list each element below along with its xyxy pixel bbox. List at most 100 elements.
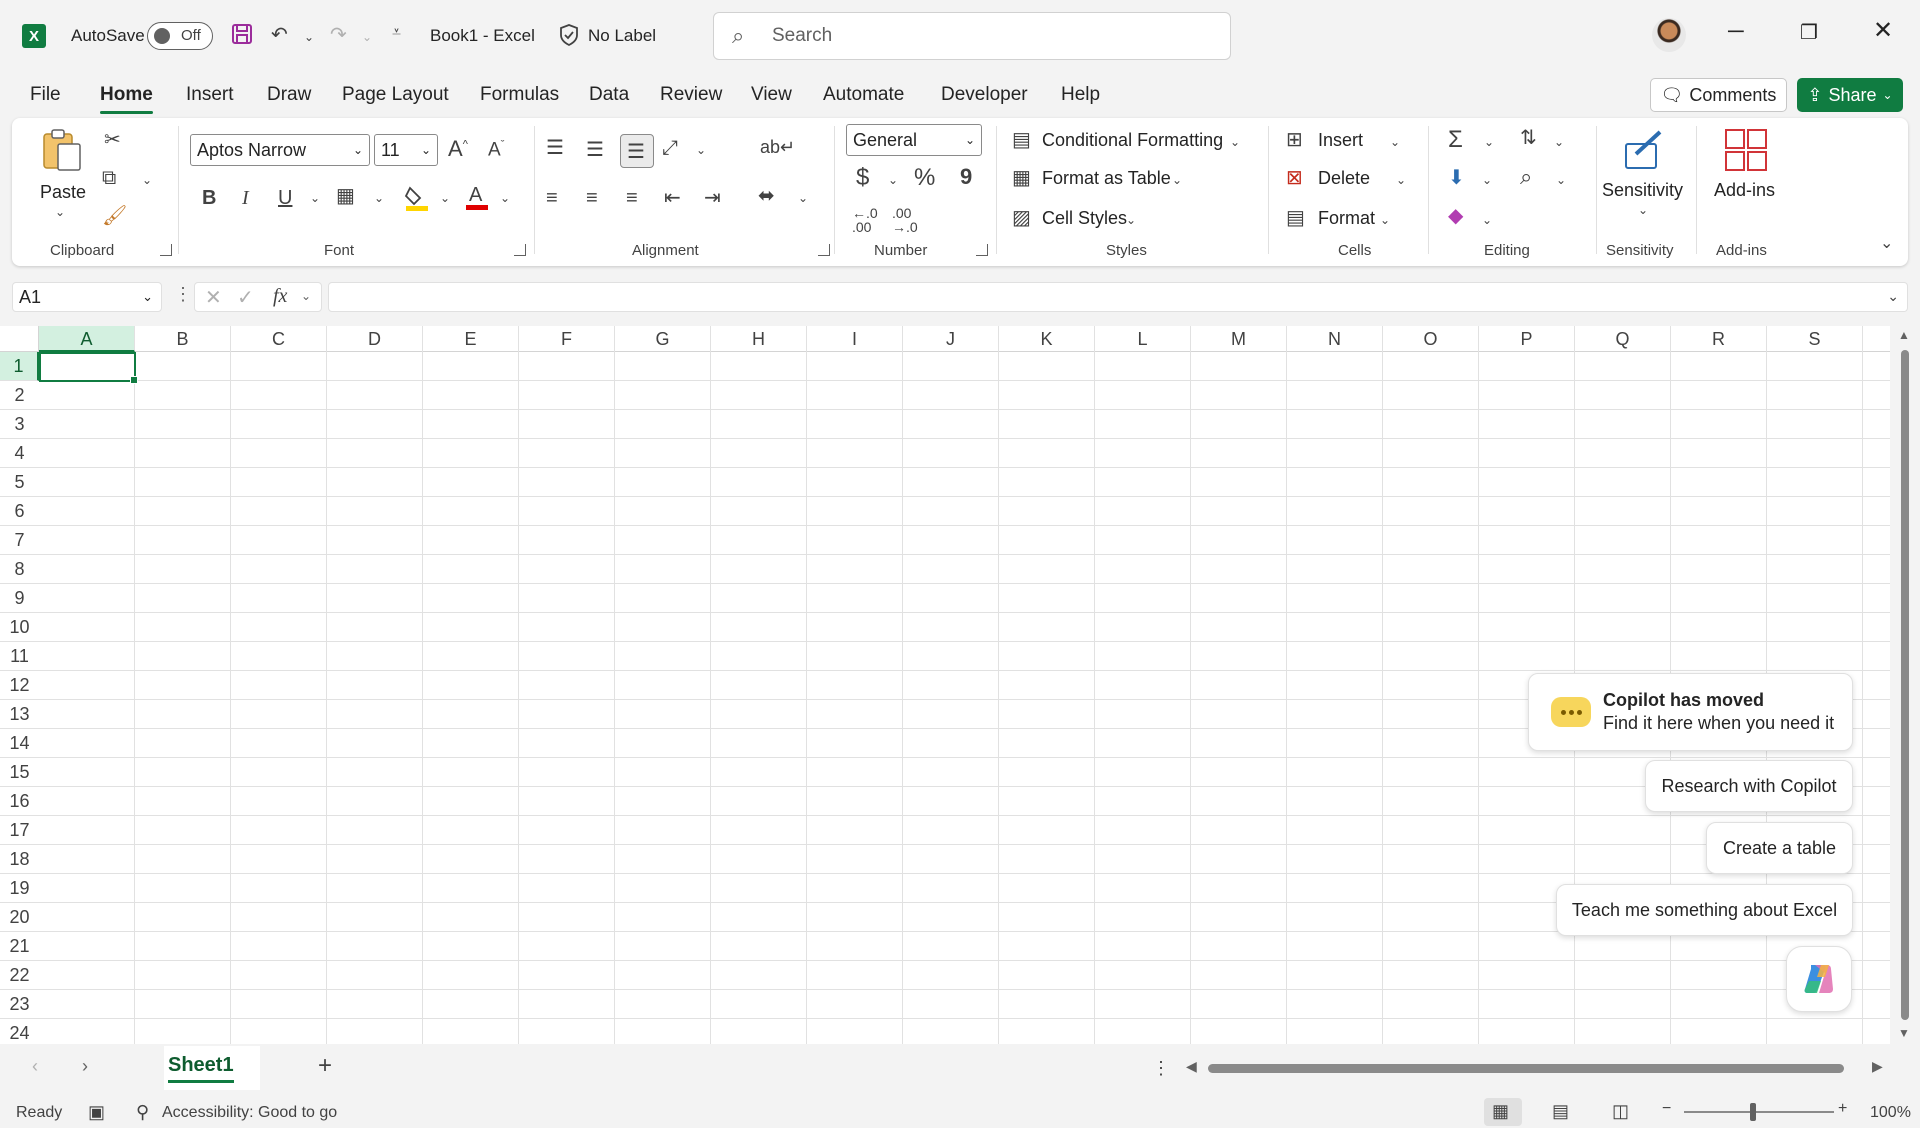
accessibility-status[interactable]: Accessibility: Good to go bbox=[162, 1104, 337, 1122]
conditional-formatting-icon[interactable]: ▤ bbox=[1012, 130, 1031, 150]
sheet-tab-sheet1[interactable]: Sheet1 bbox=[168, 1054, 234, 1083]
enter-icon[interactable]: ✓ bbox=[237, 285, 254, 310]
row-header[interactable]: 20 bbox=[0, 903, 39, 932]
format-as-table-icon[interactable]: ▦ bbox=[1012, 168, 1031, 188]
column-header[interactable]: H bbox=[711, 326, 807, 352]
horizontal-scrollbar[interactable]: ◀ ▶ bbox=[1186, 1058, 1886, 1078]
column-header[interactable]: E bbox=[423, 326, 519, 352]
insert-cells-button[interactable]: Insert bbox=[1318, 130, 1363, 151]
align-left-icon[interactable]: ≡ bbox=[546, 188, 558, 208]
row-header[interactable]: 4 bbox=[0, 439, 39, 468]
alignment-launcher-icon[interactable] bbox=[818, 244, 830, 256]
sort-filter-icon[interactable]: ⇅ bbox=[1520, 128, 1537, 148]
fill-color-dropdown-icon[interactable]: ⌄ bbox=[440, 192, 450, 204]
percent-icon[interactable]: % bbox=[914, 166, 935, 190]
tab-developer[interactable]: Developer bbox=[941, 84, 1028, 106]
row-header[interactable]: 9 bbox=[0, 584, 39, 613]
underline-dropdown-icon[interactable]: ⌄ bbox=[310, 192, 320, 204]
row-header[interactable]: 11 bbox=[0, 642, 39, 671]
fill-color-icon[interactable] bbox=[404, 184, 430, 216]
zoom-level[interactable]: 100% bbox=[1870, 1104, 1911, 1122]
column-header[interactable]: M bbox=[1191, 326, 1287, 352]
format-as-table-button[interactable]: Format as Table bbox=[1042, 168, 1171, 189]
find-select-icon[interactable]: ⌕ bbox=[1520, 166, 1532, 188]
autosum-icon[interactable]: Σ bbox=[1448, 128, 1463, 152]
copy-dropdown-icon[interactable]: ⌄ bbox=[142, 174, 152, 186]
bold-icon[interactable]: B bbox=[202, 188, 216, 208]
align-middle-icon[interactable]: ☰ bbox=[586, 140, 604, 160]
currency-dropdown-icon[interactable]: ⌄ bbox=[888, 174, 898, 186]
tab-review[interactable]: Review bbox=[660, 84, 722, 106]
column-header[interactable]: R bbox=[1671, 326, 1767, 352]
close-icon[interactable]: ✕ bbox=[1873, 16, 1893, 45]
row-header[interactable]: 7 bbox=[0, 526, 39, 555]
sensitivity-icon[interactable] bbox=[1622, 128, 1666, 176]
clear-dropdown-icon[interactable]: ⌄ bbox=[1482, 214, 1492, 226]
addins-button[interactable]: Add-ins bbox=[1714, 180, 1775, 201]
column-header[interactable]: F bbox=[519, 326, 615, 352]
chevron-down-icon[interactable]: ⌄ bbox=[1230, 136, 1240, 148]
row-header[interactable]: 23 bbox=[0, 990, 39, 1019]
redo-dropdown-icon[interactable]: ⌄ bbox=[362, 30, 372, 44]
decrease-font-icon[interactable]: Aˇ bbox=[488, 140, 504, 160]
column-header[interactable]: A bbox=[39, 326, 135, 352]
column-header[interactable]: J bbox=[903, 326, 999, 352]
zoom-slider[interactable] bbox=[1684, 1111, 1834, 1113]
tab-draw[interactable]: Draw bbox=[267, 84, 311, 106]
row-header[interactable]: 18 bbox=[0, 845, 39, 874]
avatar[interactable] bbox=[1652, 18, 1686, 52]
copy-icon[interactable]: ⧉ bbox=[102, 168, 116, 188]
row-header[interactable]: 19 bbox=[0, 874, 39, 903]
scroll-thumb[interactable] bbox=[1208, 1064, 1844, 1073]
row-header[interactable]: 12 bbox=[0, 671, 39, 700]
expand-formula-icon[interactable]: ⌄ bbox=[1887, 288, 1899, 305]
row-header[interactable]: 10 bbox=[0, 613, 39, 642]
sensitivity-label[interactable]: No Label bbox=[588, 26, 656, 46]
share-button[interactable]: ⇪ Share ⌄ bbox=[1797, 78, 1903, 112]
font-color-dropdown-icon[interactable]: ⌄ bbox=[500, 192, 510, 204]
more-options-icon[interactable]: ⋮ bbox=[1152, 1058, 1170, 1079]
tab-file[interactable]: File bbox=[30, 84, 61, 106]
addins-icon[interactable] bbox=[1724, 128, 1768, 176]
row-header[interactable]: 13 bbox=[0, 700, 39, 729]
clipboard-launcher-icon[interactable] bbox=[160, 244, 172, 256]
column-header[interactable]: S bbox=[1767, 326, 1863, 352]
fill-dropdown-icon[interactable]: ⌄ bbox=[1482, 174, 1492, 186]
row-header[interactable]: 21 bbox=[0, 932, 39, 961]
chevron-down-icon[interactable]: ⌄ bbox=[1396, 174, 1406, 186]
add-sheet-icon[interactable]: + bbox=[318, 1052, 332, 1080]
minimize-icon[interactable]: ─ bbox=[1728, 18, 1744, 44]
vertical-scrollbar[interactable]: ▲ ▼ bbox=[1894, 328, 1914, 1044]
merge-center-icon[interactable]: ⬌ bbox=[758, 186, 775, 206]
paste-label[interactable]: Paste bbox=[40, 182, 86, 203]
sort-dropdown-icon[interactable]: ⌄ bbox=[1554, 136, 1564, 148]
font-launcher-icon[interactable] bbox=[514, 244, 526, 256]
align-center-icon[interactable]: ≡ bbox=[586, 188, 598, 208]
accessibility-icon[interactable]: ⚲ bbox=[136, 1102, 149, 1123]
tab-data[interactable]: Data bbox=[589, 84, 629, 106]
italic-icon[interactable]: I bbox=[242, 188, 249, 208]
active-cell[interactable] bbox=[39, 352, 138, 384]
zoom-in-icon[interactable]: + bbox=[1838, 1100, 1847, 1118]
delete-cells-button[interactable]: Delete bbox=[1318, 168, 1370, 189]
customize-toolbar-icon[interactable]: ⩡ bbox=[392, 24, 401, 42]
currency-icon[interactable]: $ bbox=[856, 166, 869, 190]
align-top-icon[interactable]: ☰ bbox=[546, 138, 564, 158]
tab-home[interactable]: Home bbox=[100, 84, 153, 114]
next-sheet-icon[interactable]: › bbox=[82, 1056, 88, 1077]
row-header[interactable]: 8 bbox=[0, 555, 39, 584]
scroll-thumb[interactable] bbox=[1901, 350, 1909, 1020]
align-bottom-icon[interactable]: ☰ bbox=[620, 134, 654, 168]
clear-icon[interactable]: ◆ bbox=[1448, 206, 1463, 226]
chevron-down-icon[interactable]: ⌄ bbox=[1638, 204, 1648, 216]
column-header[interactable]: L bbox=[1095, 326, 1191, 352]
zoom-thumb[interactable] bbox=[1750, 1103, 1756, 1121]
cut-icon[interactable]: ✂ bbox=[104, 130, 121, 150]
row-header[interactable]: 15 bbox=[0, 758, 39, 787]
row-header[interactable]: 5 bbox=[0, 468, 39, 497]
tab-insert[interactable]: Insert bbox=[186, 84, 234, 106]
row-header[interactable]: 3 bbox=[0, 410, 39, 439]
column-header[interactable]: O bbox=[1383, 326, 1479, 352]
insert-function-icon[interactable]: fx bbox=[273, 285, 287, 308]
scroll-down-icon[interactable]: ▼ bbox=[1898, 1026, 1910, 1040]
